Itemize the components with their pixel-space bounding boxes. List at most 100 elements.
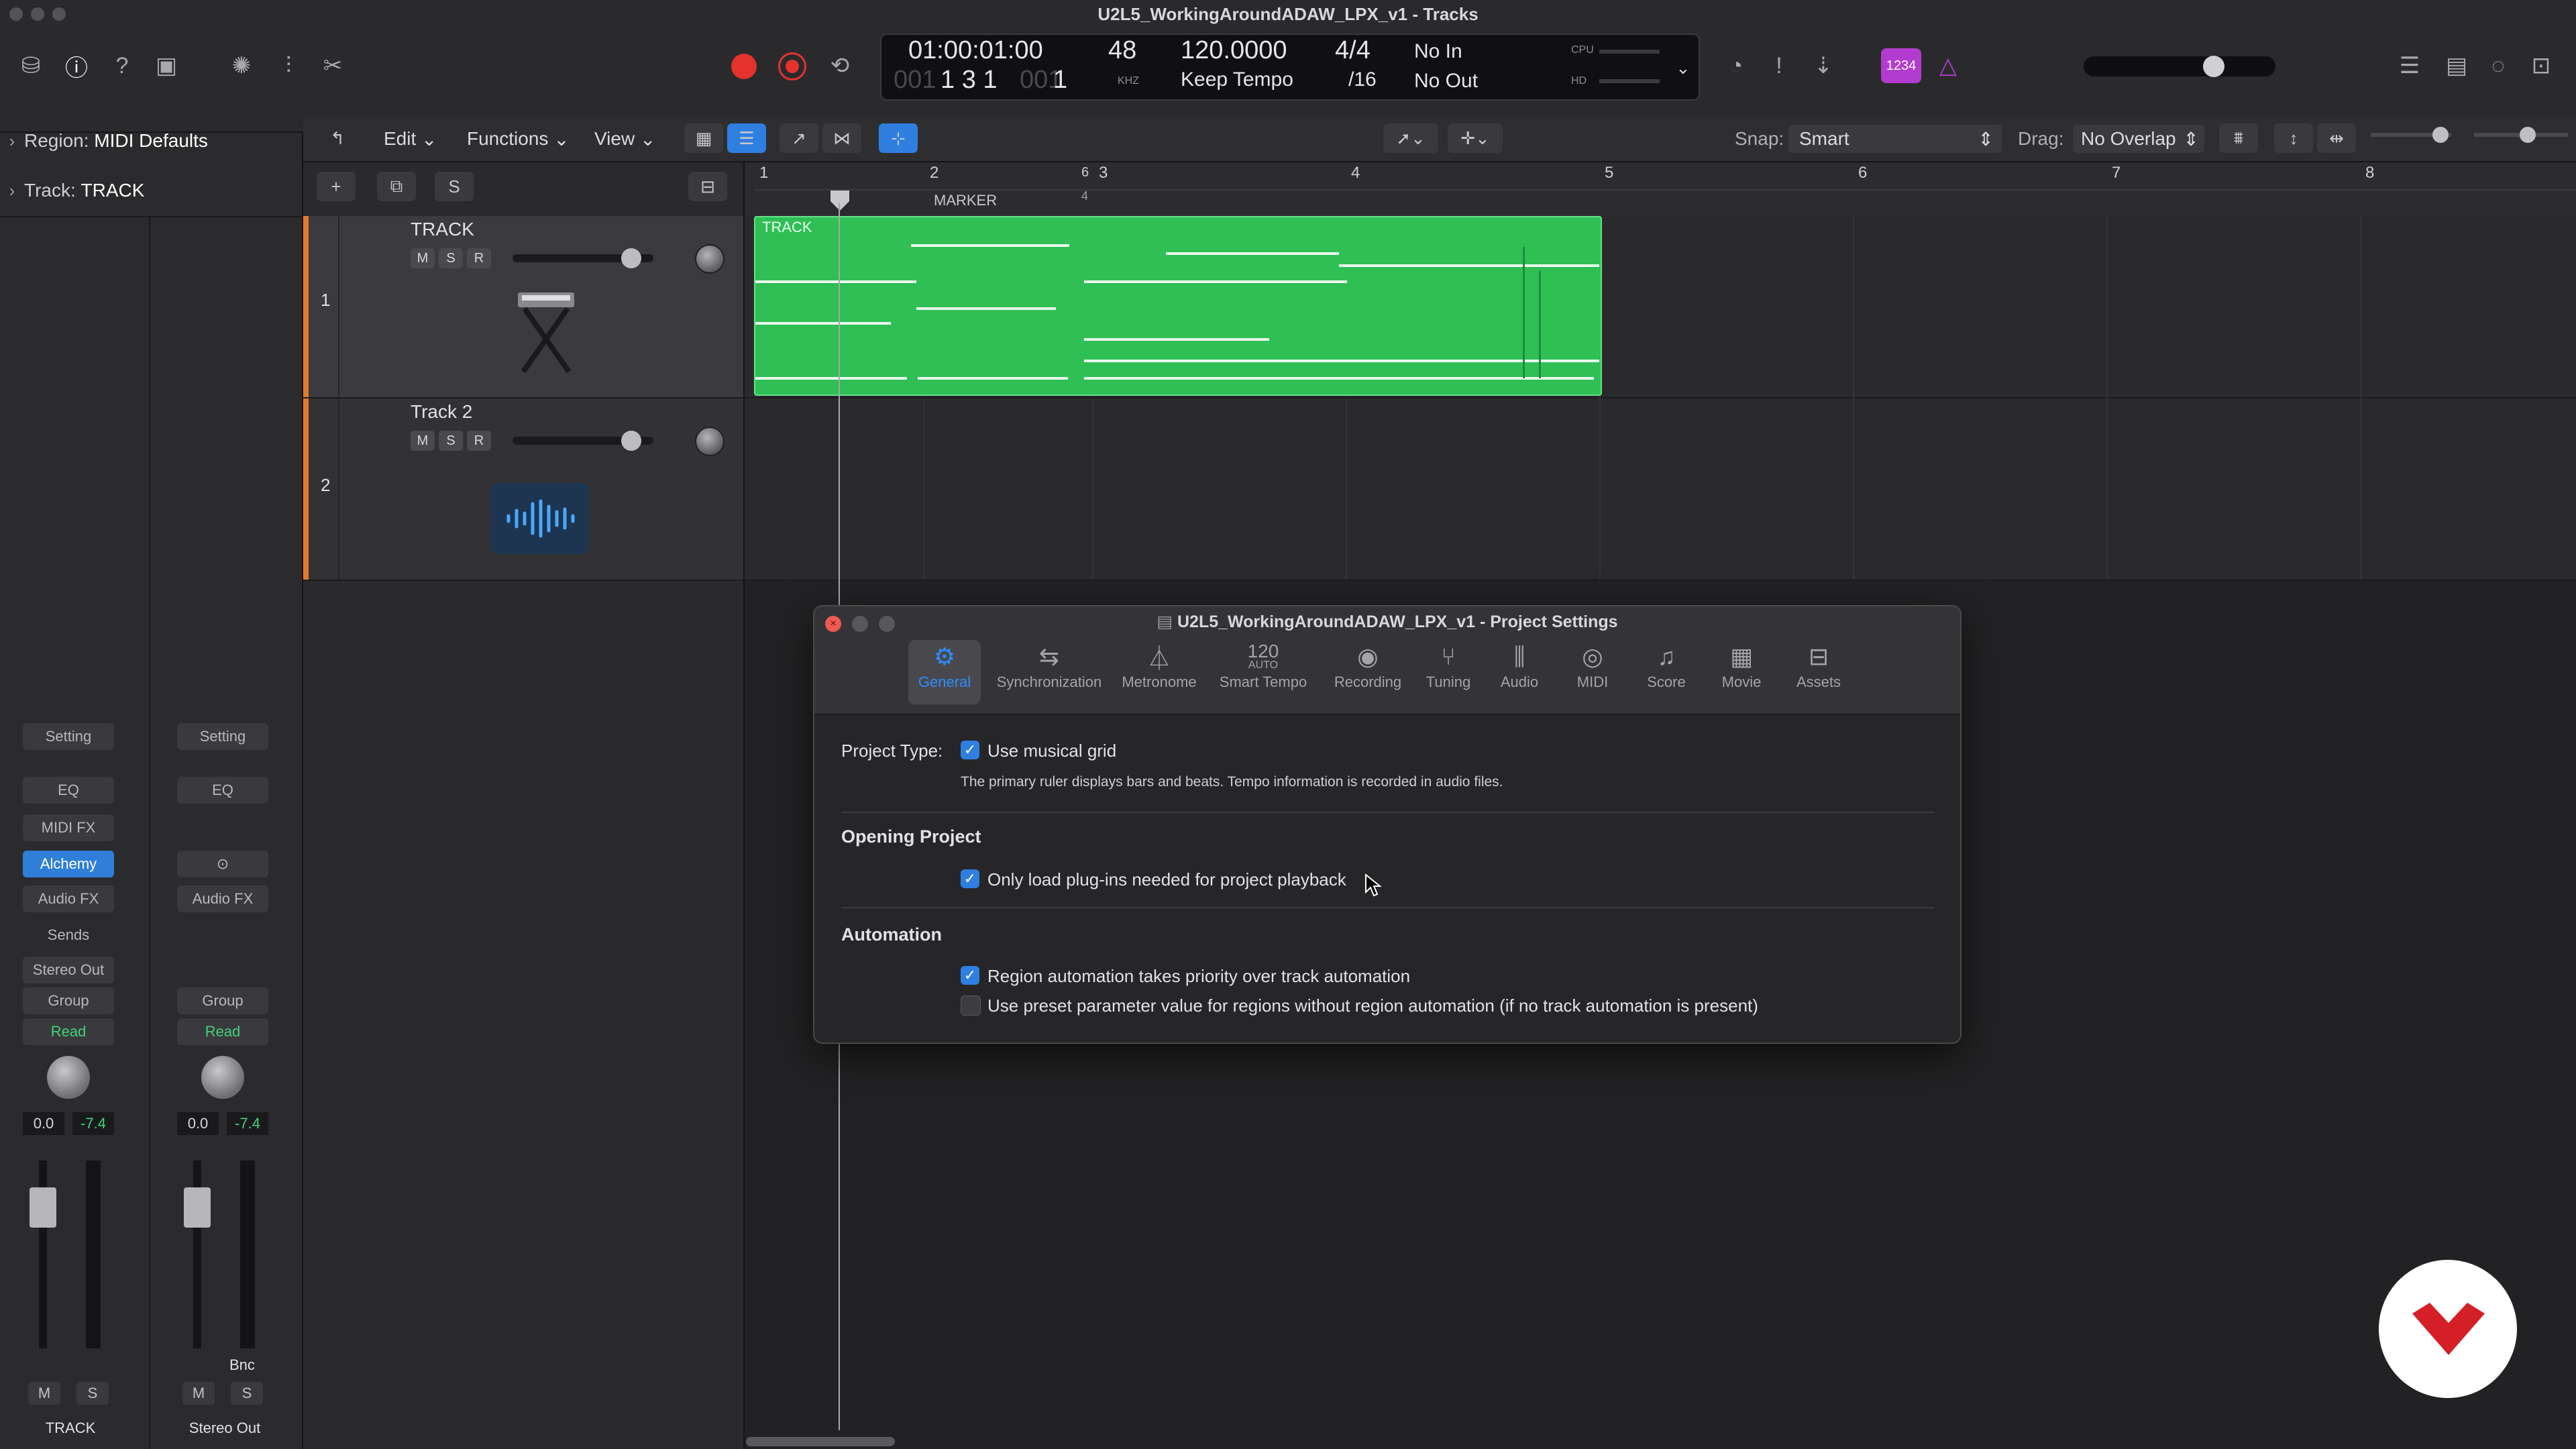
track-inspector-header[interactable]: › Track: TRACK bbox=[0, 165, 302, 216]
crossfade-icon[interactable]: ⋈ bbox=[822, 123, 861, 153]
strip1-volume-value[interactable]: 0.0 bbox=[23, 1112, 64, 1135]
strip1-volume-fader[interactable] bbox=[30, 1187, 56, 1228]
horizontal-scrollbar[interactable] bbox=[746, 1437, 895, 1446]
marker-label[interactable]: MARKER bbox=[934, 192, 997, 209]
pointer-tool-menu[interactable]: ➚⌄ bbox=[1383, 123, 1438, 153]
add-track-button[interactable]: + bbox=[317, 172, 356, 201]
track-volume-handle[interactable] bbox=[621, 248, 641, 268]
track-mute-button[interactable]: M bbox=[411, 431, 435, 451]
count-in-badge[interactable]: 1234 bbox=[1881, 48, 1921, 83]
count-in-icon[interactable]: ǃ bbox=[1760, 47, 1798, 85]
track-record-enable-button[interactable]: R bbox=[467, 248, 491, 268]
edit-menu[interactable]: Edit ⌄ bbox=[384, 125, 437, 153]
strip1-sends-slot[interactable]: Sends bbox=[23, 922, 114, 949]
record-button[interactable] bbox=[731, 54, 757, 79]
preset-parameter-value-checkbox[interactable] bbox=[961, 996, 981, 1016]
tab-metronome[interactable]: ⏃ Metronome bbox=[1114, 640, 1205, 704]
strip1-automation-mode[interactable]: Read bbox=[23, 1018, 114, 1045]
tab-assets[interactable]: ⊟ Assets bbox=[1788, 640, 1849, 704]
tab-recording[interactable]: ◉ Recording bbox=[1328, 640, 1407, 704]
track-lane-2[interactable] bbox=[745, 398, 2576, 581]
master-volume-slider[interactable] bbox=[2084, 56, 2275, 77]
horizontal-zoom-slider[interactable] bbox=[2474, 127, 2568, 143]
strip1-output-slot[interactable]: Stereo Out bbox=[23, 957, 114, 983]
strip1-mute-button[interactable]: M bbox=[28, 1382, 60, 1405]
tab-score[interactable]: ♫ Score bbox=[1638, 640, 1695, 704]
duplicate-track-icon[interactable]: ⧉ bbox=[377, 172, 416, 201]
smart-controls-icon[interactable]: ✺ bbox=[223, 47, 260, 85]
midi-region[interactable]: TRACK bbox=[754, 216, 1602, 396]
strip2-mute-button[interactable]: M bbox=[182, 1382, 215, 1405]
browser-icon[interactable]: ⊡ bbox=[2522, 47, 2560, 85]
drag-dropdown[interactable]: No Overlap ⇕ bbox=[2073, 125, 2204, 153]
strip2-group-slot[interactable]: Group bbox=[177, 987, 268, 1014]
strip2-setting-button[interactable]: Setting bbox=[177, 723, 268, 750]
track-solo-button[interactable]: S bbox=[439, 248, 463, 268]
track-name[interactable]: TRACK bbox=[411, 219, 474, 240]
metronome-toolbar-icon[interactable]: ⇣ bbox=[1805, 47, 1842, 85]
strip2-pan-knob[interactable] bbox=[201, 1056, 244, 1099]
strip2-eq-button[interactable]: EQ bbox=[177, 777, 268, 804]
lcd-out-point[interactable]: No Out bbox=[1414, 70, 1478, 93]
strip1-audio-fx-slot[interactable]: Audio FX bbox=[23, 885, 114, 912]
preset-parameter-value-label[interactable]: Use preset parameter value for regions w… bbox=[987, 996, 1758, 1016]
global-solo-button[interactable]: S bbox=[435, 172, 474, 201]
lcd-chevron-down-icon[interactable]: ⌄ bbox=[1676, 58, 1690, 78]
loop-browser-icon[interactable]: ◌ bbox=[2479, 47, 2517, 85]
region-automation-priority-label[interactable]: Region automation takes priority over tr… bbox=[987, 966, 1410, 987]
track-header-2[interactable]: 2 Track 2 M S R bbox=[303, 398, 743, 581]
inspector-icon[interactable]: ⓘ bbox=[58, 47, 95, 85]
vertical-zoom-slider[interactable] bbox=[2371, 127, 2451, 143]
strip2-automation-mode[interactable]: Read bbox=[177, 1018, 268, 1045]
tab-movie[interactable]: ▦ Movie bbox=[1713, 640, 1770, 704]
track-record-enable-button[interactable]: R bbox=[467, 431, 491, 451]
region-inspector-header[interactable]: › Region: MIDI Defaults bbox=[0, 115, 302, 166]
strip2-volume-fader[interactable] bbox=[184, 1187, 211, 1228]
strip1-eq-button[interactable]: EQ bbox=[23, 777, 114, 804]
horizontal-fit-icon[interactable]: ⇹ bbox=[2317, 123, 2356, 153]
strip1-solo-button[interactable]: S bbox=[76, 1382, 109, 1405]
strip2-bounce-button[interactable]: Bnc bbox=[229, 1356, 255, 1374]
track-name[interactable]: Track 2 bbox=[411, 401, 472, 423]
lcd-division[interactable]: /16 bbox=[1348, 68, 1377, 91]
view-menu[interactable]: View ⌄ bbox=[594, 125, 655, 153]
tab-midi[interactable]: ◎ MIDI bbox=[1566, 640, 1619, 704]
tab-tuning[interactable]: ⑂ Tuning bbox=[1418, 640, 1479, 704]
marquee-tool-menu[interactable]: ✛⌄ bbox=[1448, 123, 1503, 153]
master-volume-handle[interactable] bbox=[2203, 56, 2224, 77]
library-icon[interactable]: ⛁ bbox=[12, 47, 50, 85]
horizontal-zoom-handle[interactable] bbox=[2520, 127, 2536, 143]
strip1-pan-knob[interactable] bbox=[47, 1056, 90, 1099]
strip1-instrument-slot[interactable]: Alchemy bbox=[23, 851, 114, 877]
functions-menu[interactable]: Functions ⌄ bbox=[467, 125, 570, 153]
snap-dropdown[interactable]: Smart ⇕ bbox=[1788, 125, 2002, 153]
tab-audio[interactable]: ⫼ Audio bbox=[1489, 640, 1550, 704]
lcd-time-signature[interactable]: 4/4 bbox=[1335, 36, 1371, 65]
metronome-click-icon[interactable]: △ bbox=[1929, 47, 1967, 85]
track-pan-knob[interactable] bbox=[695, 244, 724, 274]
strip2-solo-button[interactable]: S bbox=[231, 1382, 263, 1405]
catch-icon[interactable]: ⊹ bbox=[879, 123, 918, 153]
lcd-tempo[interactable]: 120.0000 bbox=[1181, 36, 1287, 65]
only-load-plugins-checkbox[interactable]: ✓ bbox=[961, 869, 979, 888]
tab-general[interactable]: ⚙ General bbox=[908, 640, 981, 704]
vertical-zoom-handle[interactable] bbox=[2432, 127, 2449, 143]
tab-synchronization[interactable]: ⇆ Synchronization bbox=[989, 640, 1110, 704]
grid-view-icon[interactable]: ▦ bbox=[684, 123, 723, 153]
track-solo-button[interactable]: S bbox=[439, 431, 463, 451]
track-volume-handle[interactable] bbox=[621, 431, 641, 451]
waveform-zoom-icon[interactable]: ⩩ bbox=[2219, 123, 2258, 153]
strip1-group-slot[interactable]: Group bbox=[23, 987, 114, 1014]
strip2-audio-fx-slot[interactable]: Audio FX bbox=[177, 885, 268, 912]
mixer-icon[interactable]: ⫶ bbox=[270, 47, 307, 85]
track-mute-button[interactable]: M bbox=[411, 248, 435, 268]
use-musical-grid-checkbox[interactable]: ✓ bbox=[961, 741, 979, 759]
editors-icon[interactable]: ✂ bbox=[314, 47, 352, 85]
back-arrow-icon[interactable]: ↰ bbox=[318, 123, 357, 153]
bar-ruler[interactable]: 1 2 3 4 5 6 7 8 6 4 MARKER bbox=[745, 162, 2576, 217]
flex-icon[interactable]: ↗ bbox=[780, 123, 818, 153]
quick-help-icon[interactable]: ? bbox=[103, 47, 141, 85]
playhead-marker-icon[interactable] bbox=[826, 189, 853, 216]
cycle-icon[interactable]: ⟲ bbox=[821, 47, 859, 85]
vertical-zoom-icon[interactable]: ↕ bbox=[2274, 123, 2313, 153]
